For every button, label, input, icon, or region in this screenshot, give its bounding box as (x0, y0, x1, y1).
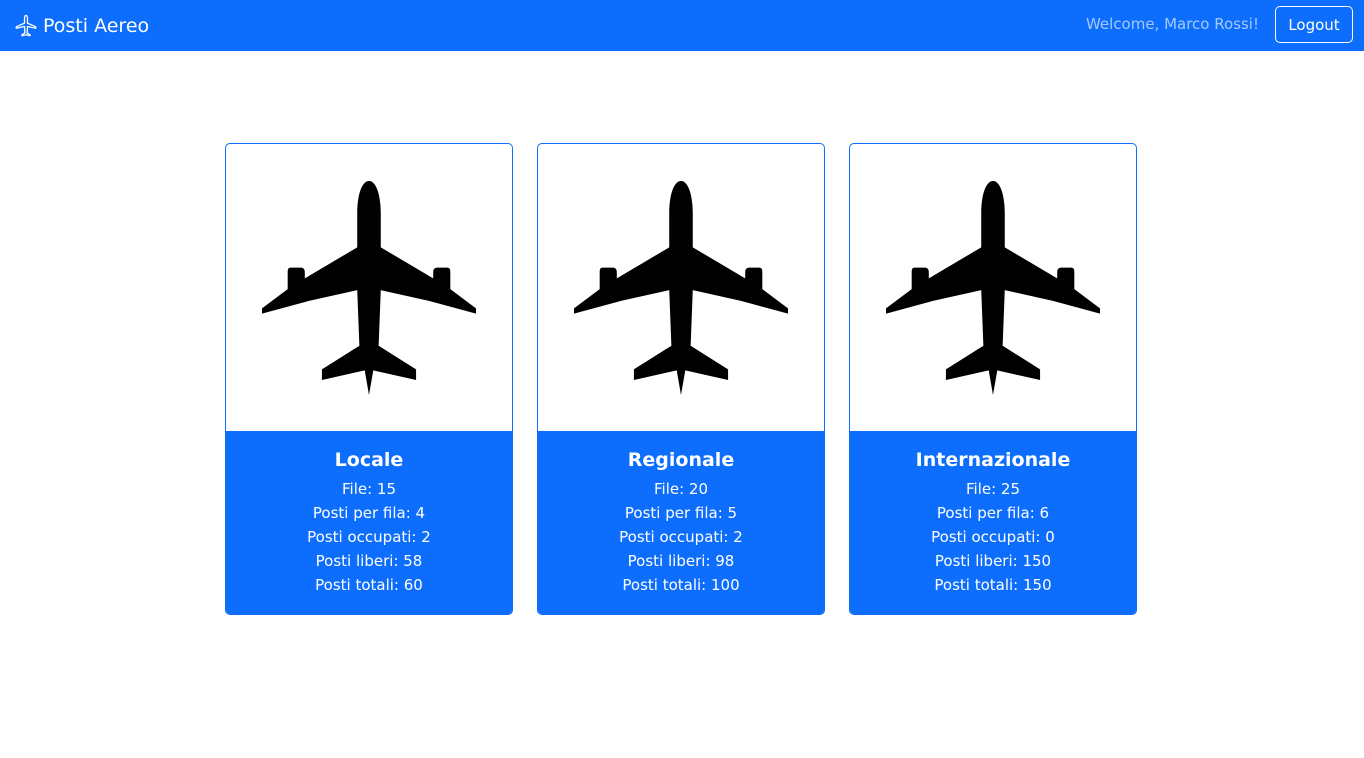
brand-link[interactable]: Posti Aereo (13, 12, 149, 40)
card-body: Internazionale File: 25 Posti per fila: … (850, 431, 1136, 614)
card-title: Locale (334, 449, 404, 471)
free-seats: Posti liberi: 98 (627, 552, 735, 570)
rows-count: File: 20 (653, 480, 708, 498)
total-seats: Posti totali: 60 (315, 576, 423, 594)
card-title: Internazionale (915, 449, 1071, 471)
card-title: Regionale (627, 449, 735, 471)
airplane-icon (886, 180, 1100, 395)
welcome-message: Welcome, Marco Rossi! (1085, 15, 1259, 33)
card-image (850, 144, 1136, 431)
aircraft-card-list: Locale File: 15 Posti per fila: 4 Posti … (225, 143, 1137, 615)
seats-per-row: Posti per fila: 4 (312, 504, 426, 522)
card-body: Locale File: 15 Posti per fila: 4 Posti … (226, 431, 512, 614)
occupied-seats: Posti occupati: 2 (307, 528, 431, 546)
rows-count: File: 15 (341, 480, 396, 498)
airplane-icon (13, 13, 39, 39)
aircraft-card-regionale[interactable]: Regionale File: 20 Posti per fila: 5 Pos… (537, 143, 825, 615)
card-image (538, 144, 824, 431)
free-seats: Posti liberi: 150 (934, 552, 1052, 570)
aircraft-card-internazionale[interactable]: Internazionale File: 25 Posti per fila: … (849, 143, 1137, 615)
seats-per-row: Posti per fila: 5 (624, 504, 738, 522)
rows-count: File: 25 (965, 480, 1020, 498)
top-navbar: Posti Aereo Welcome, Marco Rossi! Logout (0, 0, 1364, 51)
aircraft-card-locale[interactable]: Locale File: 15 Posti per fila: 4 Posti … (225, 143, 513, 615)
card-image (226, 144, 512, 431)
occupied-seats: Posti occupati: 2 (619, 528, 743, 546)
brand-title: Posti Aereo (43, 15, 150, 37)
airplane-icon (574, 180, 788, 395)
seats-per-row: Posti per fila: 6 (936, 504, 1050, 522)
total-seats: Posti totali: 150 (934, 576, 1052, 594)
card-body: Regionale File: 20 Posti per fila: 5 Pos… (538, 431, 824, 614)
total-seats: Posti totali: 100 (622, 576, 740, 594)
free-seats: Posti liberi: 58 (315, 552, 423, 570)
occupied-seats: Posti occupati: 0 (931, 528, 1055, 546)
logout-button[interactable]: Logout (1275, 6, 1353, 43)
airplane-icon (262, 180, 476, 395)
